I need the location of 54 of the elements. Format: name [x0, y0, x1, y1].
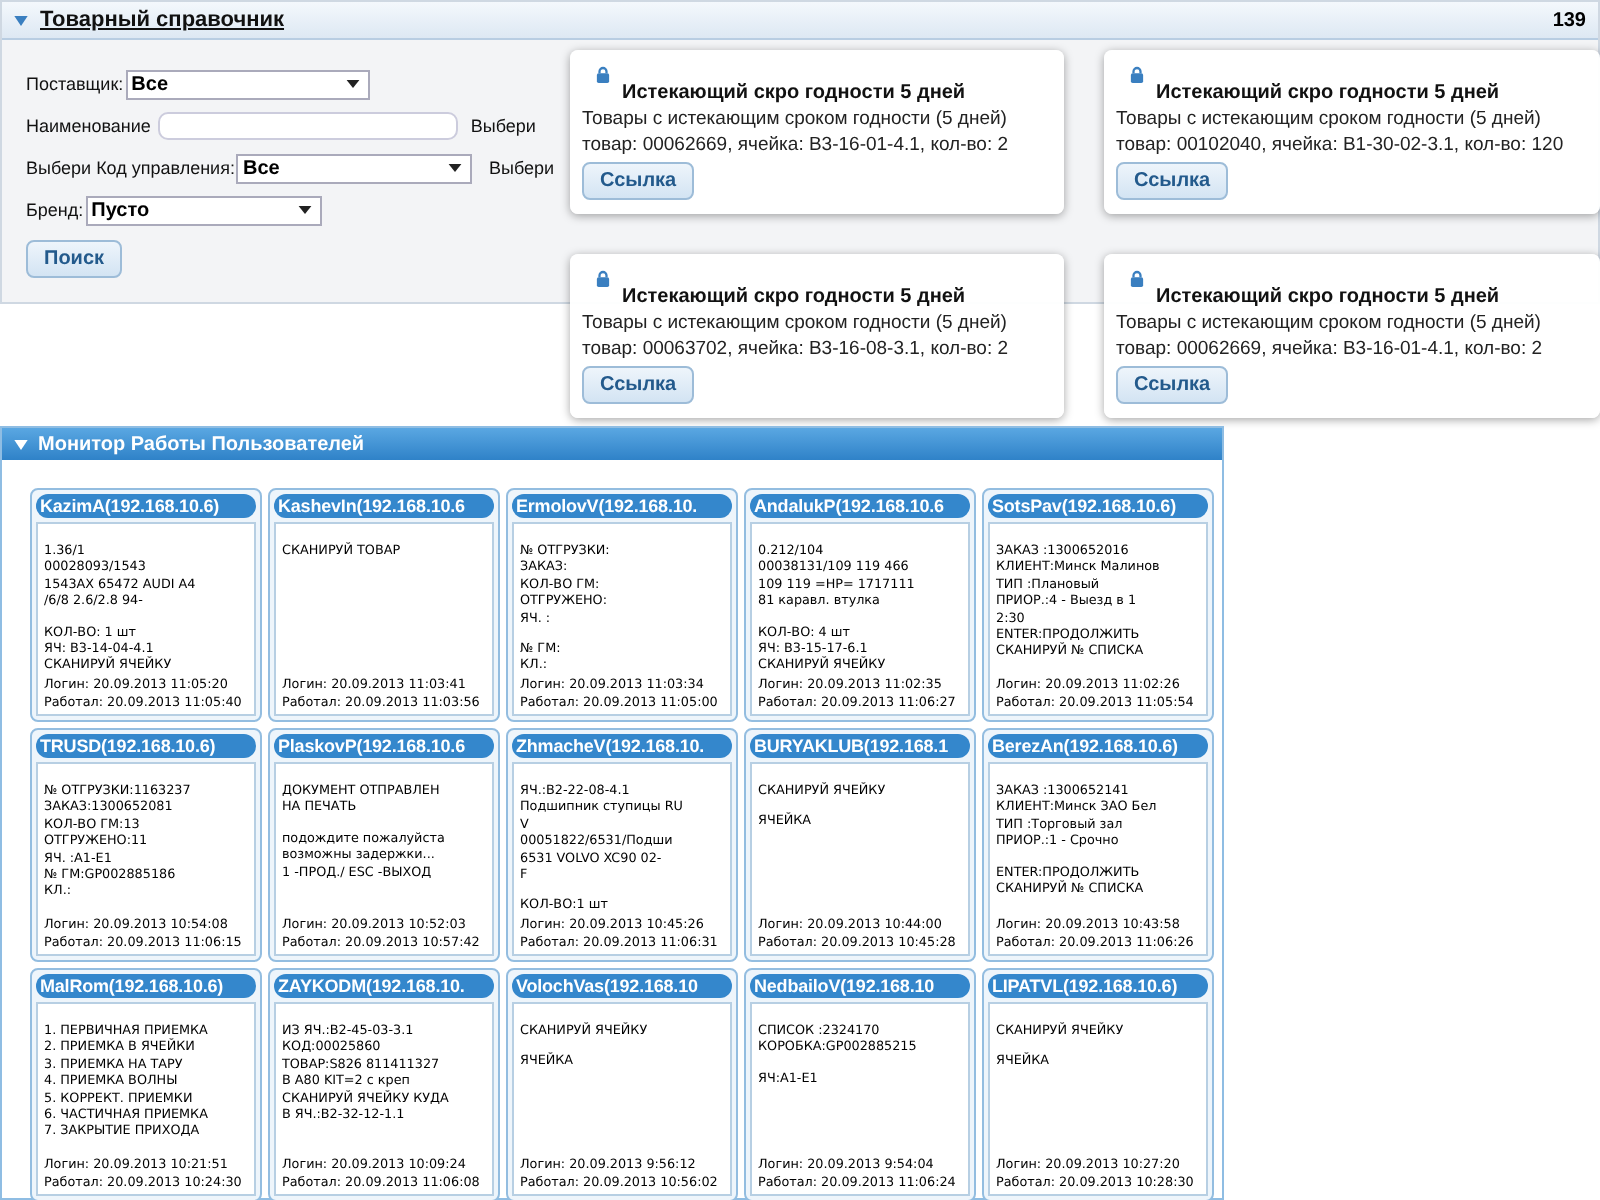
lock-icon [1130, 66, 1144, 84]
collapse-triangle-icon[interactable] [14, 15, 28, 25]
user-title: ZAYKODM(192.168.10. [274, 974, 494, 998]
user-title: AndalukP(192.168.10.6 [750, 494, 970, 518]
search-button[interactable]: Поиск [26, 239, 123, 277]
notification-text: Товары с истекающим сроком годности (5 дней) [1116, 312, 1543, 334]
collapse-triangle-icon[interactable] [14, 439, 28, 449]
user-title: BURYAKLUB(192.168.1 [750, 734, 970, 758]
panel-title[interactable]: Товарный справочник [40, 8, 285, 32]
user-title: VolochVas(192.168.10 [512, 974, 732, 998]
panel-title: Монитор Работы Пользователей [38, 433, 365, 455]
notification-text: Товары с истекающим сроком годности (5 дней) [582, 312, 1009, 334]
link-button[interactable]: Ссылка [1116, 162, 1229, 200]
field-label: Наименование [26, 116, 151, 136]
name-input-field[interactable] [158, 112, 459, 140]
notification-title: Истекающий скро годности 5 дней [1154, 286, 1502, 308]
notification-text: Товары с истекающим сроком годности (5 дней) [582, 108, 1009, 130]
field-label: Выбери Код управления: [26, 158, 235, 178]
user-title: SotsPav(192.168.10.6) [988, 494, 1208, 518]
notification-detail: товар: 00063702, ячейка: В3-16-08-3.1, кол-во: 2 [582, 338, 1011, 360]
lock-icon [596, 270, 610, 288]
notification-title: Истекающий скро годности 5 дней [1154, 82, 1502, 104]
item-count: 139 [1552, 9, 1586, 31]
brand-select[interactable]: Пусто [85, 195, 322, 225]
lock-icon [1130, 270, 1144, 288]
user-title: PlaskovP(192.168.10.6 [274, 734, 494, 758]
notification-detail: товар: 00102040, ячейка: В1-30-02-3.1, кол-во: 120 [1116, 134, 1566, 156]
notification-text: Товары с истекающим сроком годности (5 дней) [1116, 108, 1543, 130]
field-label: Выбери [470, 116, 536, 136]
user-title: TRUSD(192.168.10.6) [36, 734, 256, 758]
notification-detail: товар: 00062669, ячейка: В3-16-01-4.1, кол-во: 2 [1116, 338, 1545, 360]
link-button[interactable]: Ссылка [582, 162, 695, 200]
user-title: KashevIn(192.168.10.6 [274, 494, 494, 518]
user-title: KazimA(192.168.10.6) [36, 494, 256, 518]
field-label: Поставщик: [26, 74, 124, 94]
user-title: BerezAn(192.168.10.6) [988, 734, 1208, 758]
user-title: NedbailoV(192.168.10 [750, 974, 970, 998]
link-button[interactable]: Ссылка [582, 366, 695, 404]
field-label: Выбери [488, 158, 555, 178]
link-button[interactable]: Ссылка [1116, 366, 1229, 404]
lock-icon [596, 66, 610, 84]
notification-title: Истекающий скро годности 5 дней [620, 82, 968, 104]
user-title: MalRom(192.168.10.6) [36, 974, 256, 998]
notification-detail: товар: 00062669, ячейка: В3-16-01-4.1, кол-во: 2 [582, 134, 1011, 156]
user-title: LIPATVL(192.168.10.6) [988, 974, 1208, 998]
user-title: ErmolovV(192.168.10. [512, 494, 732, 518]
caret-icon [297, 206, 312, 214]
user-title: ZhmacheV(192.168.10. [512, 734, 732, 758]
caret-icon [345, 80, 360, 88]
supplier-select[interactable]: Все [125, 69, 370, 99]
notification-title: Истекающий скро годности 5 дней [620, 286, 968, 308]
control-code-select[interactable]: Все [236, 153, 473, 183]
caret-icon [448, 164, 463, 172]
field-label: Бренд: [26, 200, 84, 220]
